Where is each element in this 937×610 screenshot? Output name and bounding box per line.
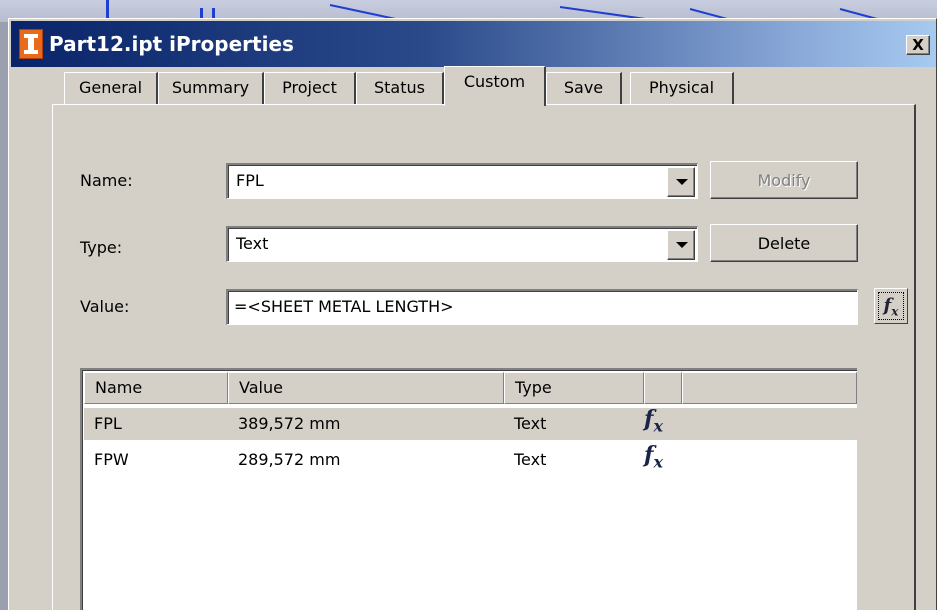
column-header-filler bbox=[682, 372, 857, 404]
name-combobox-value: FPL bbox=[236, 171, 264, 190]
row-name: FPW bbox=[94, 450, 129, 469]
delete-button[interactable]: Delete bbox=[710, 224, 858, 262]
chevron-down-icon[interactable] bbox=[667, 230, 695, 260]
type-label: Type: bbox=[80, 238, 123, 257]
column-header-value[interactable]: Value bbox=[228, 372, 504, 404]
tab-status[interactable]: Status bbox=[356, 72, 444, 104]
name-combobox[interactable]: FPL bbox=[226, 163, 698, 199]
table-row[interactable]: FPW 289,572 mm Text fx bbox=[84, 442, 857, 476]
tab-physical[interactable]: Physical bbox=[630, 72, 734, 104]
fx-icon: fx bbox=[644, 442, 664, 472]
tab-general[interactable]: General bbox=[64, 72, 158, 104]
inventor-app-icon bbox=[19, 29, 43, 59]
name-label: Name: bbox=[80, 171, 133, 190]
column-header-icon[interactable] bbox=[644, 372, 682, 404]
column-header-type[interactable]: Type bbox=[504, 372, 644, 404]
value-input-text: =<SHEET METAL LENGTH> bbox=[234, 297, 454, 316]
fx-icon: fx bbox=[644, 406, 664, 436]
window-title: Part12.ipt iProperties bbox=[49, 32, 294, 56]
close-button[interactable]: X bbox=[906, 35, 930, 55]
table-row[interactable]: FPL 389,572 mm Text fx bbox=[84, 406, 857, 440]
title-bar[interactable]: Part12.ipt iProperties X bbox=[11, 21, 936, 67]
tab-summary[interactable]: Summary bbox=[158, 72, 264, 104]
type-combobox[interactable]: Text bbox=[226, 226, 698, 262]
row-type: Text bbox=[514, 414, 547, 433]
expression-button[interactable]: fx bbox=[874, 288, 908, 324]
tab-project[interactable]: Project bbox=[264, 72, 356, 104]
column-header-name[interactable]: Name bbox=[84, 372, 228, 404]
fx-icon: fx bbox=[878, 292, 904, 320]
modify-button[interactable]: Modify bbox=[710, 161, 858, 199]
type-combobox-value: Text bbox=[236, 234, 269, 253]
row-name: FPL bbox=[94, 414, 122, 433]
chevron-down-icon[interactable] bbox=[667, 167, 695, 197]
value-label: Value: bbox=[80, 297, 130, 316]
tab-save[interactable]: Save bbox=[546, 72, 622, 104]
row-type: Text bbox=[514, 450, 547, 469]
row-value: 389,572 mm bbox=[238, 414, 341, 433]
tab-custom[interactable]: Custom bbox=[444, 66, 546, 106]
value-input[interactable]: =<SHEET METAL LENGTH> bbox=[226, 289, 858, 325]
custom-properties-list[interactable]: Name Value Type FPL 389,572 mm Text fx F… bbox=[80, 368, 857, 610]
row-value: 289,572 mm bbox=[238, 450, 341, 469]
